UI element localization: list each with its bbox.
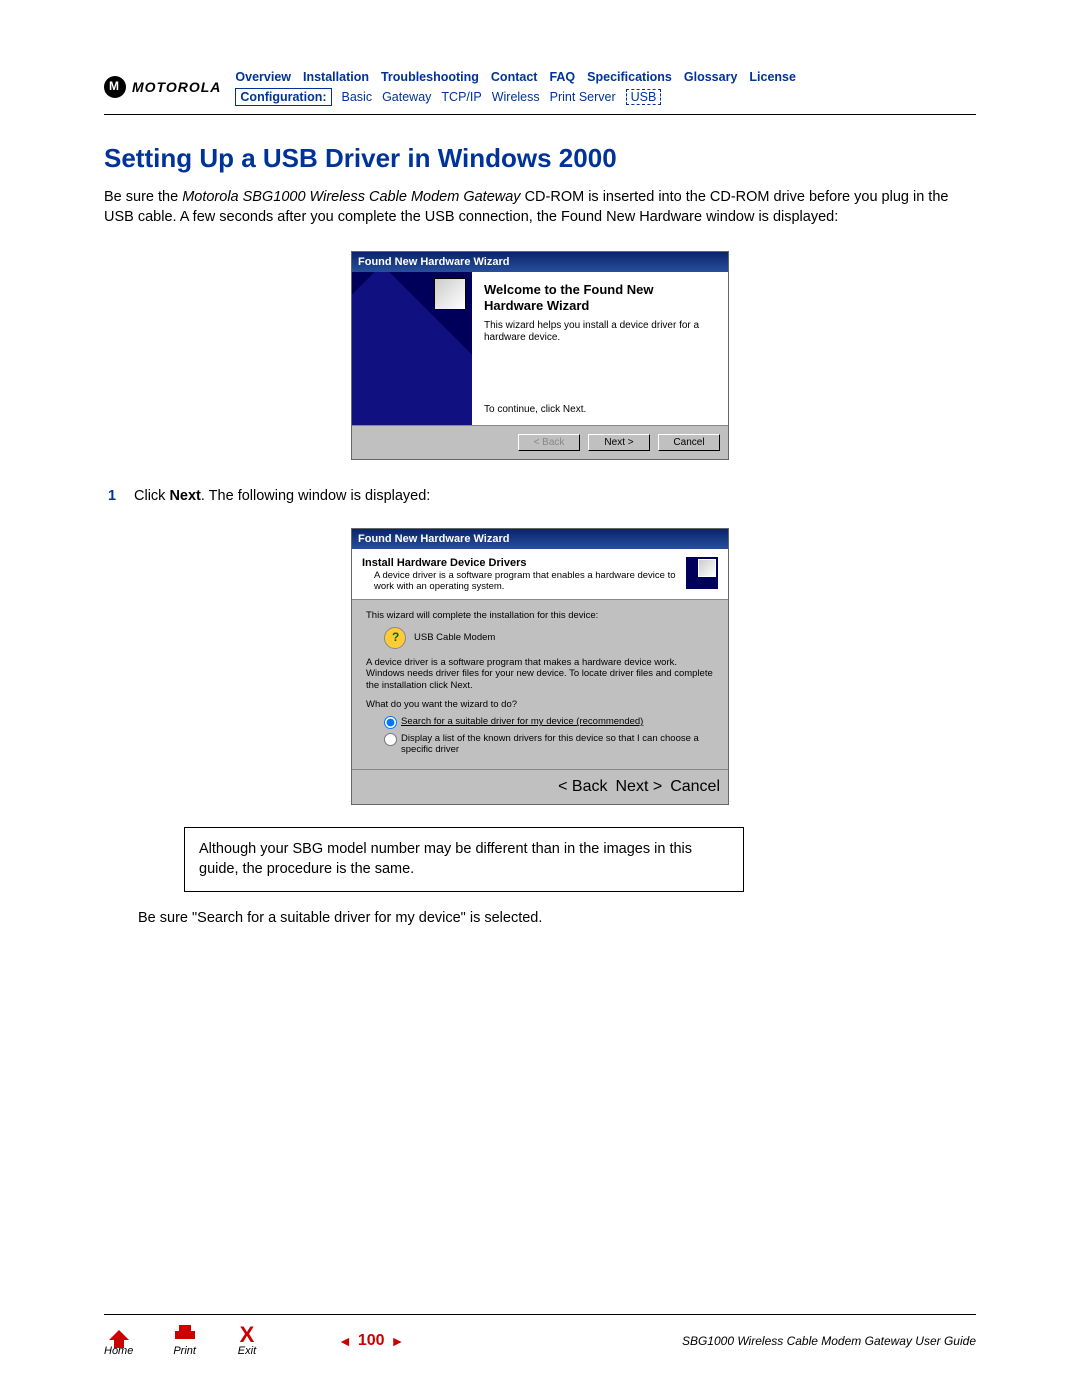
brand-logo: MOTOROLA	[104, 76, 221, 98]
wizard1-back-button: < Back	[518, 434, 580, 451]
post-note: Be sure "Search for a suitable driver fo…	[138, 910, 976, 926]
header-divider	[104, 114, 976, 115]
page-number: 100	[358, 1332, 385, 1350]
prev-page-button[interactable]: ◄	[338, 1333, 352, 1349]
nav-configuration-label: Configuration:	[235, 88, 331, 106]
wizard-welcome-dialog: Found New Hardware Wizard Welcome to the…	[351, 251, 729, 460]
wizard1-cancel-button[interactable]: Cancel	[658, 434, 720, 451]
nav-faq[interactable]: FAQ	[549, 70, 575, 84]
nav-wireless[interactable]: Wireless	[492, 90, 540, 104]
step-1-post: . The following window is displayed:	[201, 488, 430, 504]
step-1-bold: Next	[169, 488, 200, 504]
wizard2-option2-label: Display a list of the known drivers for …	[401, 733, 714, 755]
nav-basic[interactable]: Basic	[342, 90, 373, 104]
unknown-device-icon	[384, 627, 406, 649]
wizard2-radio2[interactable]	[384, 733, 397, 746]
nav-gateway[interactable]: Gateway	[382, 90, 431, 104]
wizard1-sidebar	[352, 272, 472, 425]
page-title: Setting Up a USB Driver in Windows 2000	[104, 143, 976, 174]
brand-name: MOTOROLA	[132, 79, 221, 95]
wizard2-device-name: USB Cable Modem	[414, 632, 495, 643]
wizard2-option1-label: Search for a suitable driver for my devi…	[401, 716, 643, 727]
next-page-button[interactable]: ►	[391, 1333, 405, 1349]
home-icon	[109, 1330, 129, 1340]
wizard1-heading-line2: Hardware Wizard	[484, 298, 716, 313]
step-1-number: 1	[104, 488, 134, 504]
wizard2-head-desc: A device driver is a software program th…	[374, 571, 680, 593]
intro-product-name: Motorola SBG1000 Wireless Cable Modem Ga…	[182, 189, 520, 205]
wizard2-titlebar: Found New Hardware Wizard	[352, 529, 728, 549]
nav-overview[interactable]: Overview	[235, 70, 291, 84]
hardware-icon	[434, 278, 466, 310]
note-box: Although your SBG model number may be di…	[184, 827, 744, 892]
step-1-pre: Click	[134, 488, 169, 504]
home-button[interactable]: Home	[104, 1325, 133, 1357]
wizard2-head-title: Install Hardware Device Drivers	[362, 557, 680, 569]
print-label: Print	[173, 1345, 196, 1357]
nav-tcpip[interactable]: TCP/IP	[441, 90, 481, 104]
hardware-icon	[686, 557, 718, 589]
footer: Home Print X Exit ◄ 100 ► SBG1000 Wirele…	[0, 1314, 1080, 1357]
wizard2-back-button[interactable]: < Back	[558, 778, 607, 796]
wizard2-row1: This wizard will complete the installati…	[366, 610, 714, 621]
wizard1-description: This wizard helps you install a device d…	[484, 320, 716, 344]
wizard2-para2: A device driver is a software program th…	[366, 657, 714, 691]
wizard-install-dialog: Found New Hardware Wizard Install Hardwa…	[351, 528, 729, 805]
wizard1-next-button[interactable]: Next >	[588, 434, 650, 451]
exit-button[interactable]: X Exit	[236, 1325, 258, 1357]
wizard2-next-button[interactable]: Next >	[616, 778, 663, 796]
nav-top: Overview Installation Troubleshooting Co…	[235, 70, 796, 84]
nav-troubleshooting[interactable]: Troubleshooting	[381, 70, 479, 84]
nav-printserver[interactable]: Print Server	[550, 90, 616, 104]
wizard1-continue-text: To continue, click Next.	[484, 344, 716, 415]
intro-paragraph: Be sure the Motorola SBG1000 Wireless Ca…	[104, 188, 976, 227]
wizard1-titlebar: Found New Hardware Wizard	[352, 252, 728, 272]
nav-glossary[interactable]: Glossary	[684, 70, 738, 84]
print-button[interactable]: Print	[173, 1325, 196, 1357]
nav-sub: Configuration: Basic Gateway TCP/IP Wire…	[235, 88, 796, 106]
intro-pre: Be sure the	[104, 189, 182, 205]
wizard2-radio1[interactable]	[384, 716, 397, 729]
wizard2-option1[interactable]: Search for a suitable driver for my devi…	[384, 716, 714, 729]
header: MOTOROLA Overview Installation Troublesh…	[104, 70, 976, 106]
step-1: 1 Click Next. The following window is di…	[104, 488, 976, 504]
pager: ◄ 100 ►	[338, 1332, 404, 1350]
nav-license[interactable]: License	[749, 70, 796, 84]
wizard2-question: What do you want the wizard to do?	[366, 699, 714, 710]
nav-specifications[interactable]: Specifications	[587, 70, 672, 84]
wizard2-option2[interactable]: Display a list of the known drivers for …	[384, 733, 714, 755]
nav-contact[interactable]: Contact	[491, 70, 538, 84]
motorola-icon	[104, 76, 126, 98]
wizard2-cancel-button[interactable]: Cancel	[670, 778, 720, 796]
nav-usb-active[interactable]: USB	[626, 89, 662, 105]
exit-icon: X	[236, 1325, 258, 1345]
print-icon	[175, 1331, 195, 1339]
nav-installation[interactable]: Installation	[303, 70, 369, 84]
guide-title: SBG1000 Wireless Cable Modem Gateway Use…	[682, 1334, 976, 1348]
footer-divider	[104, 1314, 976, 1315]
wizard1-heading-line1: Welcome to the Found New	[484, 282, 716, 297]
exit-label: Exit	[238, 1345, 256, 1357]
